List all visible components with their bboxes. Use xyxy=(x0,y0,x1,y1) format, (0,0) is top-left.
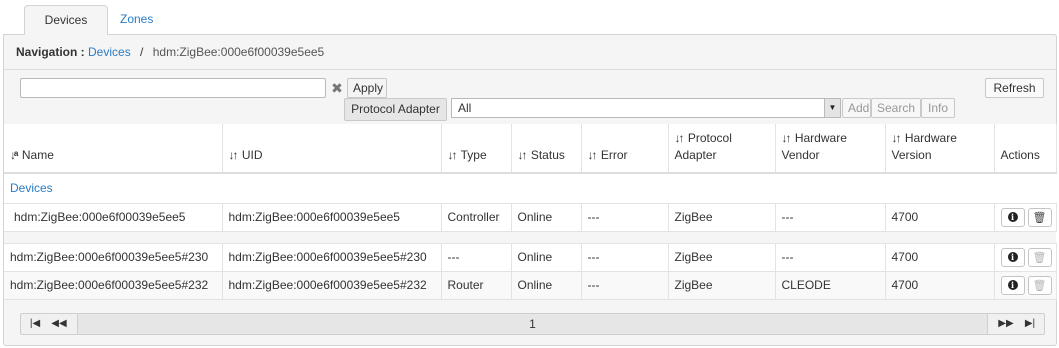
group-row: Devices xyxy=(4,173,1056,204)
column-header-uid[interactable]: ↓↑ UID xyxy=(222,124,442,174)
breadcrumb-label: Navigation : xyxy=(16,45,85,59)
sort-icon: ↓↑ xyxy=(587,148,598,162)
column-header-error[interactable]: ↓↑ Error xyxy=(581,124,669,174)
breadcrumb-devices-link[interactable]: Devices xyxy=(88,45,131,59)
column-header-type[interactable]: ↓↑ Type xyxy=(441,124,512,174)
cell-name: hdm:ZigBee:000e6f00039e5ee5 xyxy=(4,203,223,232)
devices-panel: Navigation : Devices / hdm:ZigBee:000e6f… xyxy=(3,34,1057,346)
sort-icon: ↓↑ xyxy=(674,131,685,145)
cell-actions: i 🗑 xyxy=(994,271,1057,300)
apply-button[interactable]: Apply xyxy=(347,78,387,98)
sort-icon: ↓↑ xyxy=(228,148,239,162)
group-label-devices[interactable]: Devices xyxy=(4,173,1056,204)
tab-devices[interactable]: Devices xyxy=(24,5,108,35)
sort-icon: ↓↑ xyxy=(781,131,792,145)
table-row[interactable]: hdm:ZigBee:000e6f00039e5ee5 hdm:ZigBee:0… xyxy=(4,203,1057,232)
protocol-adapter-value: All xyxy=(458,101,472,115)
chevron-down-icon[interactable]: ▼ xyxy=(824,99,840,117)
search-button[interactable]: Search xyxy=(871,98,921,118)
cell-error: --- xyxy=(581,203,669,232)
protocol-adapter-select[interactable]: All ▼ xyxy=(451,98,841,118)
refresh-button[interactable]: Refresh xyxy=(985,78,1044,98)
cell-protocol: ZigBee xyxy=(668,203,776,232)
column-header-hardware-vendor[interactable]: ↓↑ Hardware Vendor xyxy=(775,124,886,174)
info-button[interactable]: Info xyxy=(921,98,955,118)
table-row[interactable]: hdm:ZigBee:000e6f00039e5ee5#232 hdm:ZigB… xyxy=(4,271,1057,300)
cell-version: 4700 xyxy=(885,243,995,272)
info-button[interactable]: i xyxy=(1000,207,1025,227)
cell-status: Online xyxy=(511,271,582,300)
cell-version: 4700 xyxy=(885,203,995,232)
sort-icon: ↓↑ xyxy=(517,148,528,162)
column-header-hardware-version[interactable]: ↓↑ Hardware Version xyxy=(885,124,995,174)
breadcrumb: Navigation : Devices / hdm:ZigBee:000e6f… xyxy=(16,45,324,59)
table-row[interactable]: hdm:ZigBee:000e6f00039e5ee5#230 hdm:ZigB… xyxy=(4,243,1057,272)
sort-icon: ↓↑ xyxy=(447,148,458,162)
delete-button[interactable]: 🗑 xyxy=(1027,207,1052,227)
info-icon: i xyxy=(1007,252,1018,263)
trash-icon: 🗑 xyxy=(1032,279,1047,292)
protocol-adapter-label: Protocol Adapter xyxy=(344,98,447,121)
filter-input[interactable] xyxy=(20,78,326,98)
cell-vendor: --- xyxy=(775,203,886,232)
cell-error: --- xyxy=(581,271,669,300)
cell-uid: hdm:ZigBee:000e6f00039e5ee5 xyxy=(222,203,442,232)
next-page-icon[interactable]: ▶▶ xyxy=(994,314,1018,334)
cell-status: Online xyxy=(511,203,582,232)
pagination-bar: |◀ ◀◀ 1 ▶▶ ▶| xyxy=(20,313,1045,335)
cell-vendor: CLEODE xyxy=(775,271,886,300)
cell-type: --- xyxy=(441,243,512,272)
devices-table: ↓ᵃ Name ↓↑ UID ↓↑ Type ↓↑ Status ↓↑ Erro… xyxy=(4,124,1057,300)
previous-page-icon[interactable]: ◀◀ xyxy=(47,314,71,334)
trash-icon: 🗑 xyxy=(1032,211,1047,224)
cell-error: --- xyxy=(581,243,669,272)
delete-button[interactable]: 🗑 xyxy=(1027,275,1052,295)
cell-uid: hdm:ZigBee:000e6f00039e5ee5#232 xyxy=(222,271,442,300)
page-number: 1 xyxy=(77,314,988,334)
column-header-name[interactable]: ↓ᵃ Name xyxy=(4,124,223,174)
cell-uid: hdm:ZigBee:000e6f00039e5ee5#230 xyxy=(222,243,442,272)
cell-status: Online xyxy=(511,243,582,272)
info-button[interactable]: i xyxy=(1000,247,1025,267)
cell-type: Router xyxy=(441,271,512,300)
sort-icon: ↓↑ xyxy=(891,131,902,145)
cell-name: hdm:ZigBee:000e6f00039e5ee5#230 xyxy=(4,243,223,272)
cell-actions: i 🗑 xyxy=(994,203,1057,232)
add-button[interactable]: Add xyxy=(842,98,871,118)
breadcrumb-separator: / xyxy=(140,45,144,59)
tab-zones[interactable]: Zones xyxy=(108,5,165,35)
column-header-actions: Actions xyxy=(994,124,1057,174)
table-header-row: ↓ᵃ Name ↓↑ UID ↓↑ Type ↓↑ Status ↓↑ Erro… xyxy=(4,124,1057,174)
cell-version: 4700 xyxy=(885,271,995,300)
divider xyxy=(4,69,1056,70)
last-page-icon[interactable]: ▶| xyxy=(1018,314,1042,334)
trash-icon: 🗑 xyxy=(1032,251,1047,264)
info-icon: i xyxy=(1007,280,1018,291)
info-button[interactable]: i xyxy=(1000,275,1025,295)
cell-protocol: ZigBee xyxy=(668,271,776,300)
sort-alpha-icon: ↓ᵃ xyxy=(10,148,18,162)
delete-button[interactable]: 🗑 xyxy=(1027,247,1052,267)
cell-vendor: --- xyxy=(775,243,886,272)
column-header-protocol-adapter[interactable]: ↓↑ Protocol Adapter xyxy=(668,124,776,174)
info-icon: i xyxy=(1007,212,1018,223)
cell-protocol: ZigBee xyxy=(668,243,776,272)
first-page-icon[interactable]: |◀ xyxy=(23,314,47,334)
breadcrumb-current: hdm:ZigBee:000e6f00039e5ee5 xyxy=(152,45,325,59)
column-header-status[interactable]: ↓↑ Status xyxy=(511,124,582,174)
cell-actions: i 🗑 xyxy=(994,243,1057,272)
row-separator xyxy=(4,231,1056,244)
close-icon[interactable]: ✖ xyxy=(328,78,346,98)
cell-type: Controller xyxy=(441,203,512,232)
cell-name: hdm:ZigBee:000e6f00039e5ee5#232 xyxy=(4,271,223,300)
